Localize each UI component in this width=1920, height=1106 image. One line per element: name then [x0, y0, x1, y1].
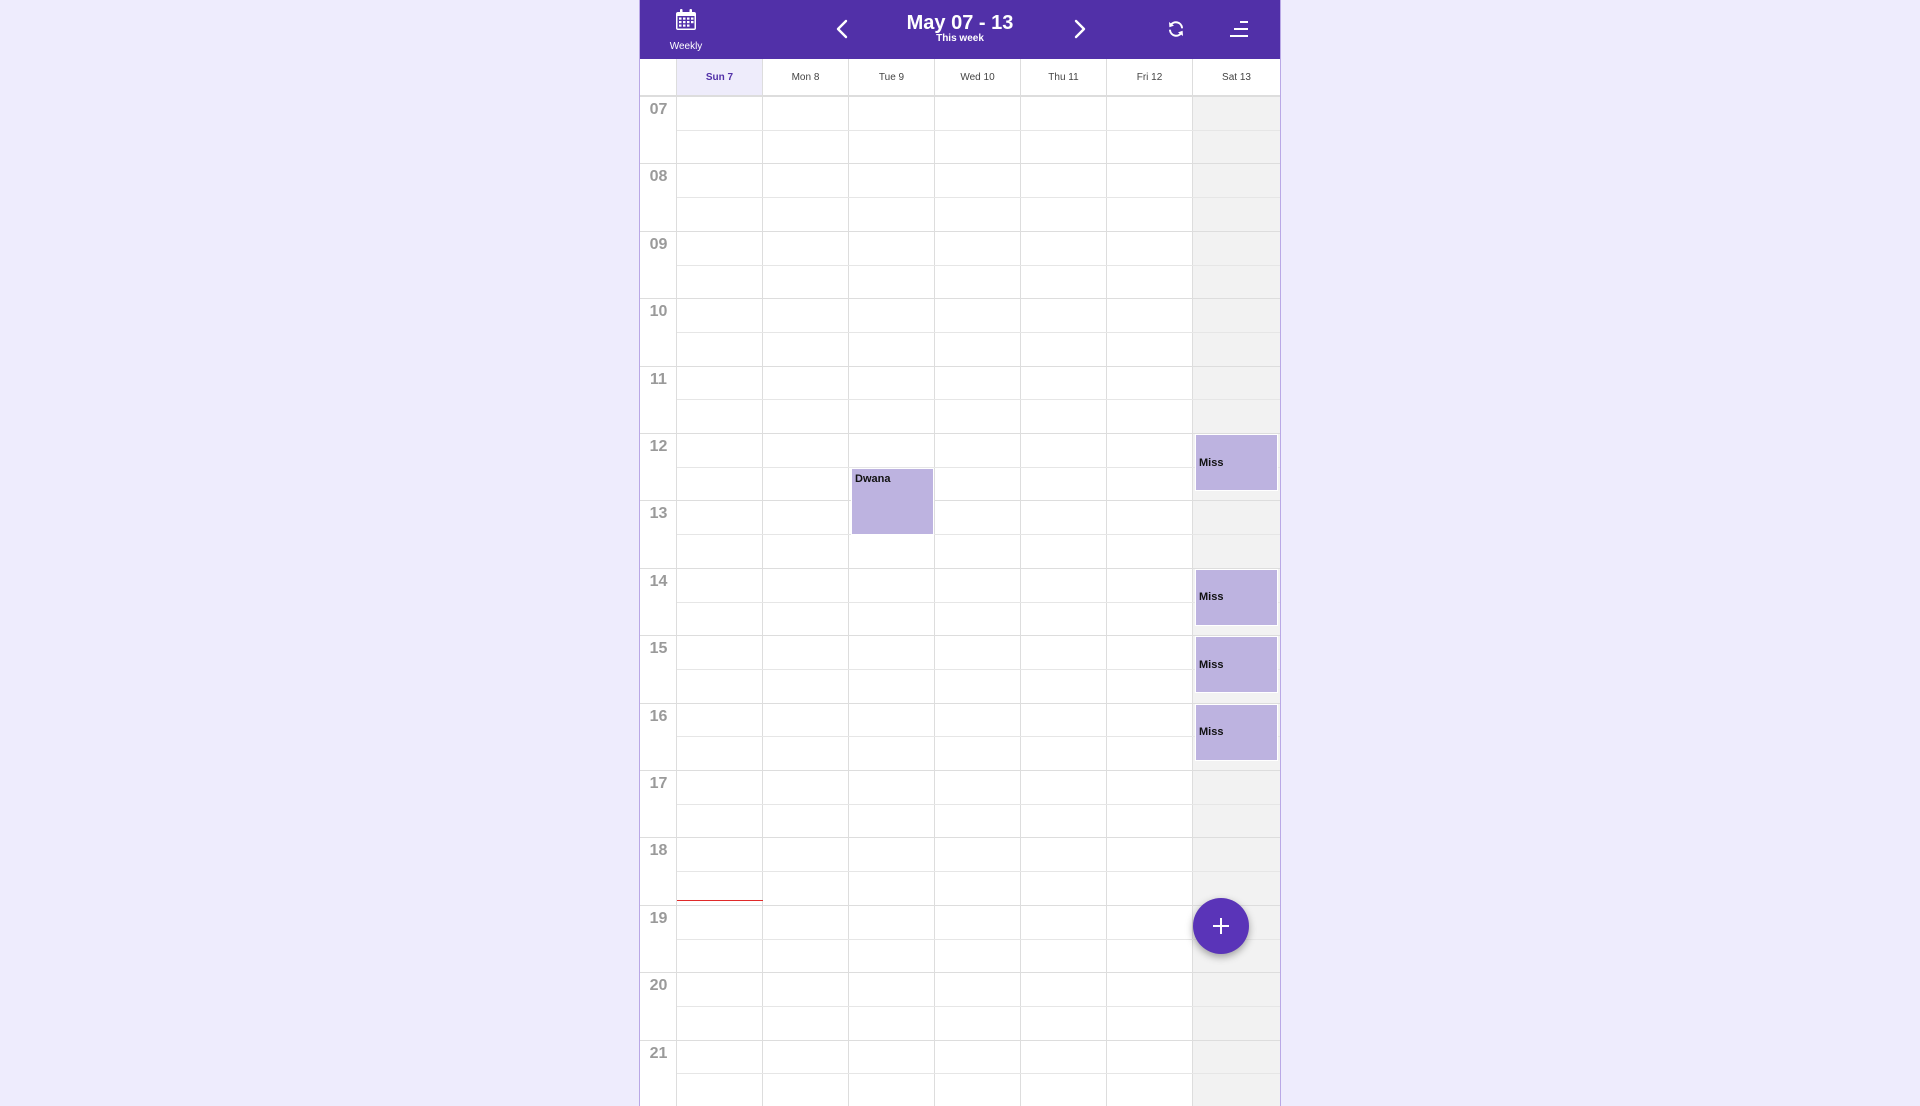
hour-label: 08	[649, 168, 668, 186]
view-switcher-button[interactable]: Weekly	[662, 7, 710, 53]
hour-line	[677, 230, 1280, 232]
chevron-right-icon	[1074, 19, 1086, 39]
add-event-button[interactable]	[1193, 898, 1249, 954]
hour-label: 12	[649, 438, 668, 455]
gutter-hour-line	[640, 500, 677, 502]
gutter-hour-line	[640, 972, 677, 974]
hour-line	[677, 635, 1280, 637]
event-block[interactable]: Miss	[1195, 434, 1278, 492]
half-hour-line	[677, 668, 1280, 670]
half-hour-line	[677, 264, 1280, 266]
day-header-5[interactable]: Fri 12	[1107, 59, 1193, 95]
day-header-2[interactable]: Tue 9	[849, 59, 935, 95]
hour-label: 10	[649, 303, 668, 321]
event-title: Miss	[1199, 658, 1224, 671]
hour-label: 21	[649, 1044, 668, 1062]
hour-line	[677, 298, 1280, 300]
half-hour-line	[677, 736, 1280, 738]
half-hour-line	[677, 197, 1280, 199]
day-header-row: Sun 7 Mon 8 Tue 9 Wed 10 Thu 11 Fri 12 Sat 13	[640, 59, 1280, 96]
half-hour-line	[677, 331, 1280, 333]
day-header-3[interactable]: Wed 10	[935, 59, 1021, 95]
hour-line	[677, 904, 1280, 906]
hour-label: 14	[649, 572, 668, 590]
current-time-indicator	[677, 899, 763, 901]
plus-icon	[1213, 918, 1229, 934]
half-hour-line	[677, 601, 1280, 603]
hour-line	[677, 96, 1280, 97]
calendar-app: Weekly May 07 - 13 This week Sun 7 Mon 8…	[639, 0, 1281, 1106]
gutter-hour-line	[640, 770, 677, 771]
hour-label: 11	[650, 370, 667, 388]
day-header-0[interactable]: Sun 7	[677, 59, 763, 95]
hour-label: 17	[649, 775, 668, 792]
hour-line	[677, 163, 1280, 165]
gutter-hour-line	[640, 837, 677, 839]
event-block[interactable]: Dwana	[851, 467, 934, 536]
week-title: May 07 - 13 This week	[860, 12, 1060, 45]
gutter-hour-line	[640, 1039, 677, 1041]
half-hour-line	[677, 1073, 1280, 1075]
hour-line	[677, 500, 1280, 502]
day-header-6[interactable]: Sat 13	[1193, 59, 1280, 95]
half-hour-line	[677, 129, 1280, 131]
hour-label: 09	[649, 235, 668, 253]
half-hour-line	[677, 466, 1280, 468]
refresh-icon	[1169, 21, 1183, 37]
hour-line	[677, 365, 1280, 367]
hour-line	[677, 770, 1280, 771]
time-gutter-header	[640, 59, 677, 95]
event-block[interactable]: Miss	[1195, 636, 1278, 694]
day-header-1[interactable]: Mon 8	[763, 59, 849, 95]
top-app-bar: Weekly May 07 - 13 This week	[640, 0, 1280, 59]
hour-line	[677, 837, 1280, 839]
gutter-hour-line	[640, 904, 677, 906]
event-block[interactable]: Miss	[1195, 568, 1278, 627]
hour-label: 16	[649, 707, 668, 725]
gutter-hour-line	[640, 433, 677, 434]
chevron-left-icon	[836, 19, 848, 39]
previous-week-button[interactable]	[826, 13, 858, 45]
half-hour-line	[677, 938, 1280, 940]
next-week-button[interactable]	[1064, 13, 1096, 45]
event-title: Miss	[1199, 726, 1224, 739]
half-hour-line	[677, 803, 1280, 805]
event-title: Miss	[1199, 456, 1224, 469]
gutter-hour-line	[640, 96, 677, 97]
gutter-hour-line	[640, 702, 677, 704]
event-title: Dwana	[855, 472, 891, 485]
half-hour-line	[677, 534, 1280, 536]
week-range: May 07 - 13	[906, 12, 1014, 34]
refresh-button[interactable]	[1161, 14, 1191, 44]
hour-line	[677, 972, 1280, 974]
hour-line	[677, 1039, 1280, 1041]
view-label: Weekly	[669, 41, 703, 52]
event-title: Miss	[1199, 591, 1224, 604]
menu-button[interactable]	[1224, 14, 1254, 44]
half-hour-line	[677, 871, 1280, 873]
gutter-hour-line	[640, 365, 677, 367]
event-block[interactable]: Miss	[1195, 703, 1278, 761]
gutter-hour-line	[640, 230, 677, 232]
hour-line	[677, 433, 1280, 434]
week-time-grid: 07 08 09 10 11 12 13 14 15 16 17 18 19 20 21 Miss Dwana M…	[640, 96, 1280, 1106]
gutter-hour-line	[640, 567, 677, 569]
hour-line	[677, 702, 1280, 704]
gutter-hour-line	[640, 298, 677, 300]
day-header-4[interactable]: Thu 11	[1021, 59, 1107, 95]
hour-label: 15	[649, 640, 668, 658]
gutter-hour-line	[640, 163, 677, 165]
hour-label: 20	[649, 977, 668, 995]
calendar-icon	[673, 7, 699, 38]
hour-label: 07	[649, 101, 668, 118]
half-hour-line	[677, 399, 1280, 401]
hour-label: 13	[649, 505, 668, 523]
hour-label: 18	[649, 842, 668, 860]
week-subtitle: This week	[936, 33, 984, 44]
gutter-hour-line	[640, 635, 677, 637]
hour-line	[677, 567, 1280, 569]
half-hour-line	[677, 1005, 1280, 1007]
hour-label: 19	[649, 909, 668, 927]
menu-icon	[1230, 21, 1248, 37]
